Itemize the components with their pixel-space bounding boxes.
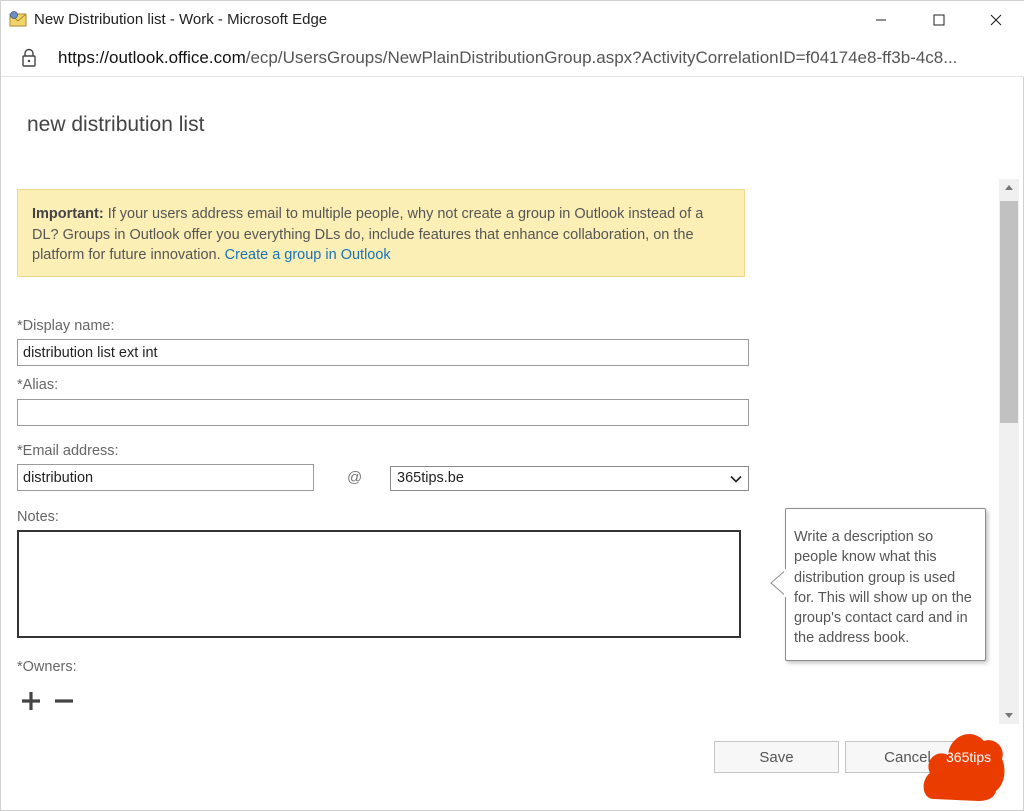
- create-group-link[interactable]: Create a group in Outlook: [225, 247, 391, 263]
- maximize-button[interactable]: [910, 1, 968, 39]
- scroll-down-arrow-icon[interactable]: [1004, 712, 1014, 720]
- notes-textarea[interactable]: [17, 530, 741, 638]
- close-icon: [990, 14, 1002, 26]
- window-title: New Distribution list - Work - Microsoft…: [34, 11, 328, 28]
- remove-owner-minus-icon[interactable]: [52, 689, 76, 713]
- 365tips-watermark: 365tips: [920, 721, 1006, 801]
- email-alias-input[interactable]: [17, 464, 314, 491]
- owners-label: *Owners:: [17, 659, 77, 675]
- domain-select[interactable]: 365tips.be: [390, 466, 749, 491]
- email-address-label: *Email address:: [17, 443, 119, 459]
- alias-label: *Alias:: [17, 377, 59, 393]
- url-text[interactable]: https://outlook.office.com/ecp/UsersGrou…: [58, 48, 1008, 68]
- vertical-scrollbar[interactable]: [999, 179, 1019, 724]
- domain-select-value: 365tips.be: [397, 470, 464, 486]
- notice-bold: Important:: [32, 206, 104, 222]
- outlook-envelope-icon: [9, 11, 27, 27]
- close-window-button[interactable]: [967, 1, 1024, 39]
- chevron-down-icon: [730, 475, 742, 483]
- browser-window: New Distribution list - Work - Microsoft…: [0, 0, 1024, 811]
- important-notice: Important: If your users address email t…: [17, 189, 745, 277]
- office-logo-icon: [921, 722, 931, 734]
- minimize-icon: [876, 19, 886, 21]
- tooltip-arrow-mask: [784, 569, 788, 597]
- badge-text: 365tips: [946, 749, 992, 765]
- notes-help-tooltip: Write a description so people know what …: [785, 508, 986, 661]
- scroll-up-arrow-icon[interactable]: [1004, 183, 1014, 191]
- alias-input[interactable]: [17, 399, 749, 426]
- maximize-icon: [933, 14, 945, 26]
- scrollbar-thumb[interactable]: [1000, 201, 1018, 423]
- url-host: https://outlook.office.com: [58, 48, 246, 67]
- minimize-button[interactable]: [852, 1, 910, 39]
- at-sign: @: [347, 469, 363, 486]
- address-bar[interactable]: https://outlook.office.com/ecp/UsersGrou…: [1, 39, 1024, 77]
- add-owner-plus-icon[interactable]: [19, 689, 43, 713]
- save-button[interactable]: Save: [714, 741, 839, 773]
- url-path: /ecp/UsersGroups/NewPlainDistributionGro…: [245, 48, 958, 67]
- notes-label: Notes:: [17, 509, 59, 525]
- title-bar: New Distribution list - Work - Microsoft…: [1, 1, 1024, 39]
- lock-icon: [22, 48, 36, 67]
- display-name-label: *Display name:: [17, 318, 115, 334]
- page-title: new distribution list: [27, 113, 205, 136]
- display-name-input[interactable]: [17, 339, 749, 366]
